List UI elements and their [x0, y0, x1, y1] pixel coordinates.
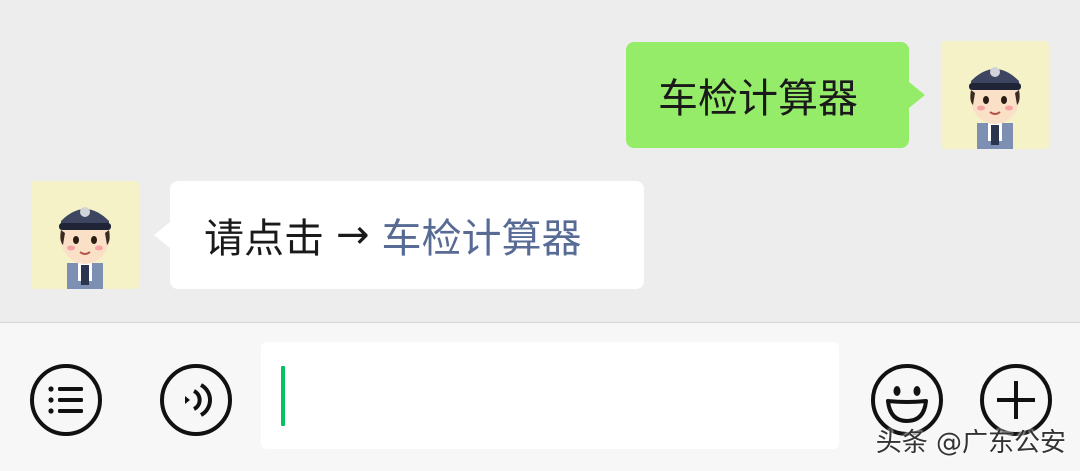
voice-icon: [160, 364, 232, 436]
chat-area: 车检计算器 请点击 → 车检计算器: [0, 0, 1080, 322]
input-toolbar: 头条 @广东公安: [0, 322, 1080, 471]
received-message-bubble: 请点击 → 车检计算器: [154, 181, 644, 289]
calculator-link[interactable]: 车检计算器: [382, 206, 582, 264]
police-avatar-icon: [31, 181, 139, 289]
menu-button[interactable]: [29, 363, 103, 437]
sent-message-text: 车检计算器: [658, 76, 858, 122]
user-avatar[interactable]: [941, 41, 1049, 149]
reply-prefix-text: 请点击: [204, 216, 324, 262]
voice-button[interactable]: [159, 363, 233, 437]
watermark: 头条 @广东公安: [875, 428, 1066, 458]
list-menu-icon: [30, 364, 102, 436]
message-input[interactable]: [261, 342, 839, 449]
sent-message-bubble[interactable]: 车检计算器: [626, 42, 925, 148]
police-avatar-icon: [941, 41, 1049, 149]
arrow-glyph: →: [336, 212, 370, 258]
bot-avatar[interactable]: [31, 181, 139, 289]
text-caret: [281, 366, 285, 426]
